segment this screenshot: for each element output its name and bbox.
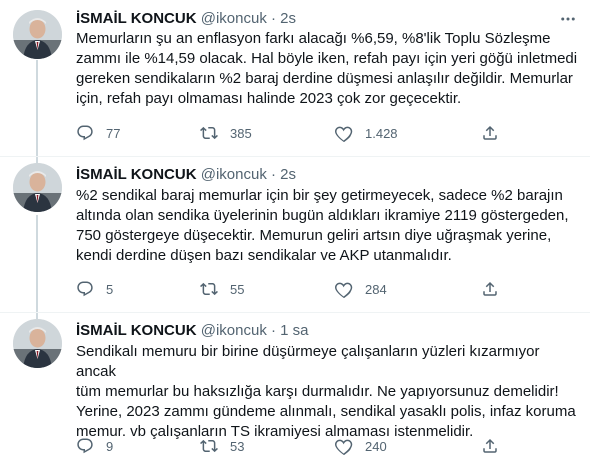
tweet-text-line: 750 göstergeye düşecektir. Memurun gelir… <box>76 227 552 244</box>
reply-button[interactable]: 77 <box>76 123 120 143</box>
avatar[interactable] <box>13 319 62 368</box>
tweet-text-line: tüm memurlar bu haksızlığa karşı durmalı… <box>76 383 559 400</box>
avatar[interactable] <box>13 10 62 59</box>
tweet-text-line: için, refah payı olmaması halinde 2023 ç… <box>76 90 462 107</box>
tweet-text: Sendikalı memuru bir birine düşürmeye ça… <box>76 342 581 442</box>
tweet-header: İSMAİL KONCUK @ikoncuk · 2s <box>76 165 296 185</box>
action-bar: 9 53 240 <box>62 436 502 456</box>
tweet-header: İSMAİL KONCUK @ikoncuk · 2s <box>76 9 296 29</box>
more-options-icon[interactable] <box>556 9 580 29</box>
avatar[interactable] <box>13 163 62 212</box>
tweet-text-line: Yerine, 2023 zammı gündeme alınmalı, sen… <box>76 403 576 420</box>
timestamp[interactable]: 2s <box>280 166 296 183</box>
author-handle[interactable]: @ikoncuk <box>201 322 267 339</box>
heart-icon <box>335 439 353 455</box>
heart-icon <box>335 126 353 142</box>
separator-dot: · <box>271 10 276 27</box>
tweet-2[interactable]: İSMAİL KONCUK @ikoncuk · 2s %2 sendikal … <box>0 157 590 312</box>
reply-icon <box>77 125 93 141</box>
retweet-count: 385 <box>230 125 252 141</box>
tweet-3[interactable]: İSMAİL KONCUK @ikoncuk · 1 sa Sendikalı … <box>0 313 590 469</box>
reply-icon <box>77 438 93 454</box>
share-icon <box>483 438 497 453</box>
tweet-header: İSMAİL KONCUK @ikoncuk · 1 sa <box>76 321 309 341</box>
action-bar: 5 55 284 <box>62 279 502 299</box>
tweet-text-line: Memurların şu an enflasyon farkı alacağı… <box>76 30 551 47</box>
like-button[interactable]: 1.428 <box>335 123 398 143</box>
author-name[interactable]: İSMAİL KONCUK <box>76 10 197 27</box>
retweet-button[interactable]: 53 <box>200 436 244 456</box>
author-handle[interactable]: @ikoncuk <box>201 10 267 27</box>
retweet-button[interactable]: 385 <box>200 123 252 143</box>
tweet-text-line: %2 sendikal baraj memurlar için bir şey … <box>76 187 563 204</box>
share-button[interactable] <box>481 123 499 143</box>
heart-icon <box>335 282 353 298</box>
thread-line <box>36 60 38 156</box>
action-bar: 77 385 1.428 <box>62 123 502 143</box>
thread-line <box>36 215 38 312</box>
tweet-text: Memurların şu an enflasyon farkı alacağı… <box>76 29 581 109</box>
like-count: 284 <box>365 281 387 297</box>
share-icon <box>483 281 497 296</box>
retweet-icon <box>200 439 218 453</box>
timestamp[interactable]: 1 sa <box>280 322 308 339</box>
share-button[interactable] <box>481 279 499 299</box>
tweet-text-line: kendi derdine düşen bazı sendikalar ve A… <box>76 247 452 264</box>
like-count: 240 <box>365 438 387 454</box>
tweet-1[interactable]: İSMAİL KONCUK @ikoncuk · 2s Memurların ş… <box>0 0 590 156</box>
reply-count: 9 <box>106 438 114 454</box>
like-button[interactable]: 240 <box>335 436 387 456</box>
retweet-count: 53 <box>230 438 245 454</box>
reply-count: 77 <box>106 125 121 141</box>
reply-count: 5 <box>106 281 114 297</box>
retweet-count: 55 <box>230 281 245 297</box>
share-icon <box>483 125 497 140</box>
like-button[interactable]: 284 <box>335 279 387 299</box>
separator-dot: · <box>271 322 276 339</box>
tweet-text-line: zammı ile %14,59 olacak. Hal böyle iken,… <box>76 50 578 67</box>
author-handle[interactable]: @ikoncuk <box>201 166 267 183</box>
author-name[interactable]: İSMAİL KONCUK <box>76 322 197 339</box>
retweet-icon <box>200 282 218 296</box>
tweet-text-line: Sendikalı memuru bir birine düşürmeye ça… <box>76 343 540 380</box>
like-count: 1.428 <box>365 125 398 141</box>
reply-button[interactable]: 9 <box>76 436 113 456</box>
author-name[interactable]: İSMAİL KONCUK <box>76 166 197 183</box>
reply-button[interactable]: 5 <box>76 279 113 299</box>
tweet-text-line: altında olan sendika üyelerinin bugün al… <box>76 207 569 224</box>
timestamp[interactable]: 2s <box>280 10 296 27</box>
tweet-text: %2 sendikal baraj memurlar için bir şey … <box>76 186 581 266</box>
tweet-text-line: gereken sendikaların %2 baraj derdine dü… <box>76 70 573 87</box>
retweet-button[interactable]: 55 <box>200 279 244 299</box>
separator-dot: · <box>271 166 276 183</box>
retweet-icon <box>200 126 218 140</box>
reply-icon <box>77 281 93 297</box>
share-button[interactable] <box>481 436 499 456</box>
